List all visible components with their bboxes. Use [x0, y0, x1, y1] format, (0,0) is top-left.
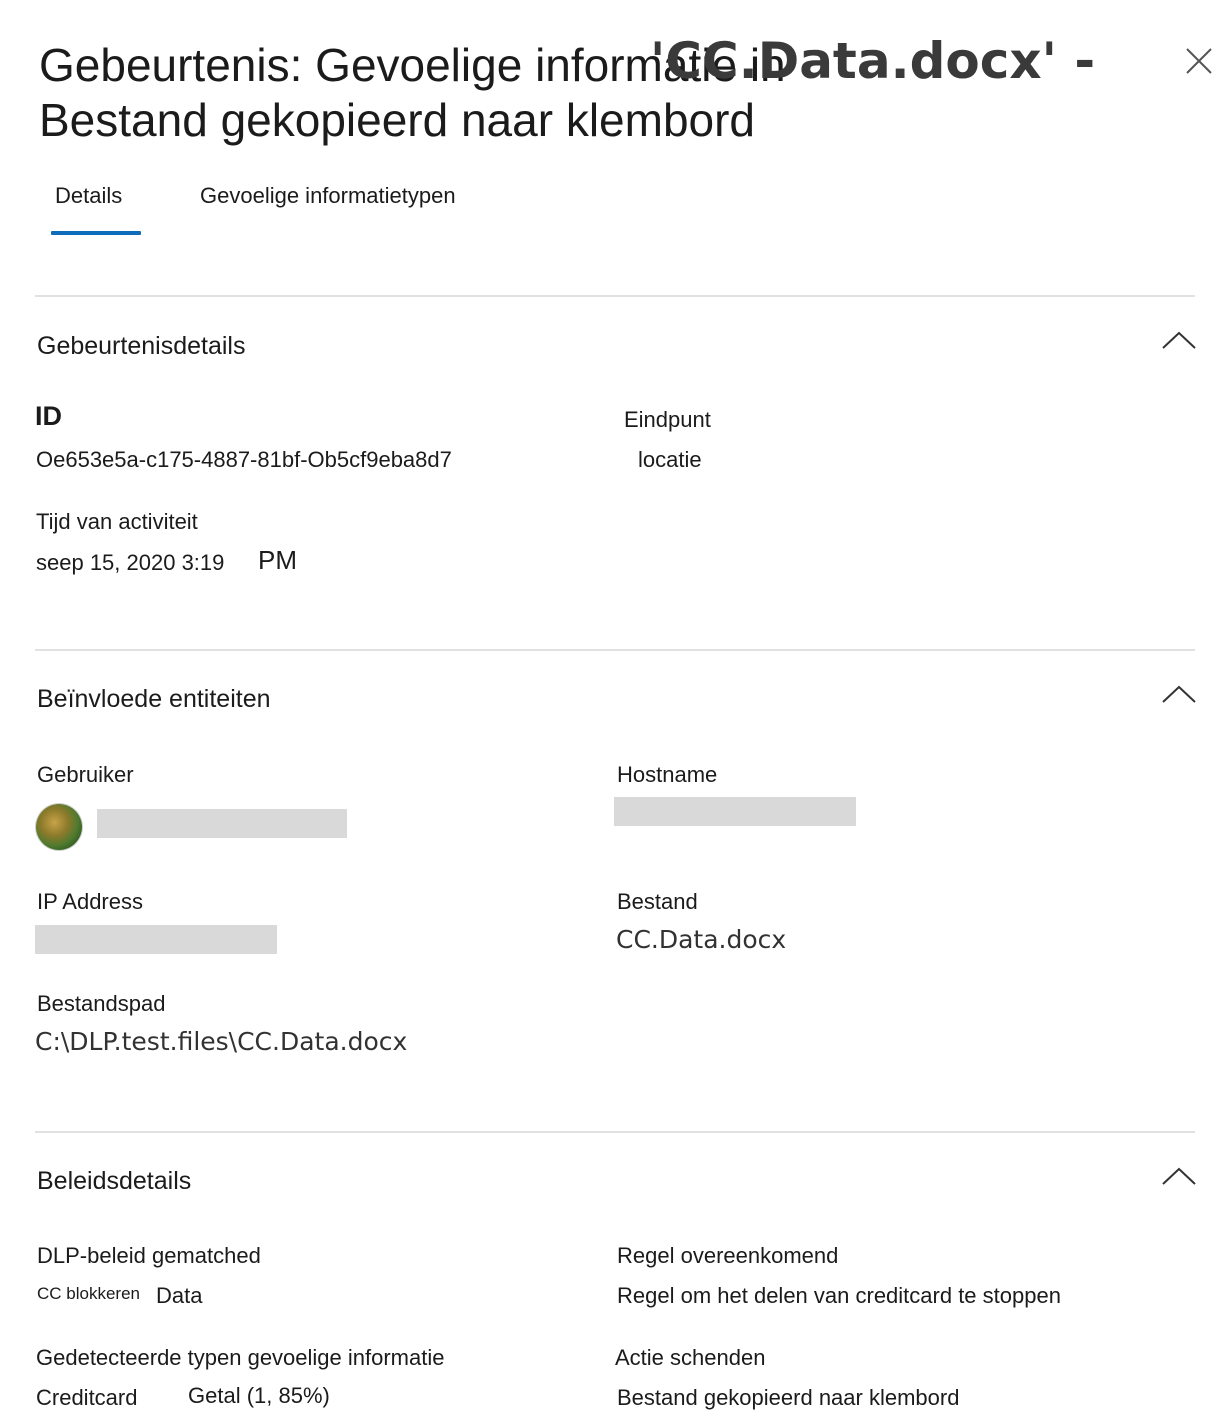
- chevron-up-icon: [1162, 331, 1196, 349]
- close-icon: [1186, 48, 1212, 74]
- panel-title-filename: 'CC.Data.docx' -: [650, 32, 1096, 90]
- activity-time-value: seep 15, 2020 3:19: [36, 550, 225, 575]
- avatar[interactable]: [36, 804, 82, 850]
- dlp-policy-label: DLP-beleid gematched: [37, 1243, 261, 1268]
- activity-time-label: Tijd van activiteit: [36, 509, 198, 534]
- tab-details[interactable]: Details: [55, 183, 122, 209]
- endpoint-value: locatie: [638, 447, 702, 472]
- collapse-policy-details-button[interactable]: [1161, 1166, 1197, 1188]
- dlp-policy-value-prefix: CC blokkeren: [37, 1284, 140, 1303]
- file-value: CC.Data.docx: [616, 925, 787, 954]
- detected-types-value-name: Creditcard: [36, 1385, 138, 1410]
- detected-types-label: Gedetecteerde typen gevoelige informatie: [36, 1345, 445, 1370]
- user-name-redacted: [97, 809, 347, 838]
- id-value: Oe653e5a-c175-4887-81bf-Ob5cf9eba8d7: [36, 447, 452, 472]
- section-title-policy-details: Beleidsdetails: [37, 1167, 192, 1195]
- id-label: ID: [35, 401, 62, 431]
- activity-time-ampm: PM: [258, 545, 297, 575]
- hostname-redacted: [614, 797, 856, 826]
- hostname-label: Hostname: [617, 762, 718, 787]
- chevron-up-icon: [1162, 1167, 1196, 1185]
- tab-sensitive-info-types[interactable]: Gevoelige informatietypen: [200, 183, 456, 209]
- file-label: Bestand: [617, 889, 698, 914]
- tab-active-indicator: [51, 231, 141, 235]
- divider: [35, 649, 1195, 651]
- matched-rule-value: Regel om het delen van creditcard te sto…: [617, 1283, 1061, 1308]
- section-title-event-details: Gebeurtenisdetails: [37, 332, 246, 360]
- matched-rule-label: Regel overeenkomend: [617, 1243, 839, 1268]
- detected-types-value-count: Getal (1, 85%): [188, 1383, 330, 1408]
- file-path-label: Bestandspad: [37, 991, 166, 1016]
- dlp-policy-value-suffix: Data: [156, 1283, 203, 1308]
- file-path-value: C:\DLP.test.files\CC.Data.docx: [35, 1027, 408, 1056]
- violating-action-value: Bestand gekopieerd naar klembord: [617, 1385, 960, 1410]
- violating-action-label: Actie schenden: [615, 1345, 766, 1370]
- collapse-affected-entities-button[interactable]: [1161, 684, 1197, 706]
- ip-address-label: IP Address: [37, 889, 143, 914]
- panel-title-line-2: Bestand gekopieerd naar klembord: [39, 94, 756, 146]
- endpoint-label: Eindpunt: [624, 407, 711, 432]
- divider: [35, 295, 1195, 297]
- close-button[interactable]: [1183, 45, 1215, 77]
- ip-address-redacted: [35, 925, 277, 954]
- user-label: Gebruiker: [37, 762, 134, 787]
- collapse-event-details-button[interactable]: [1161, 330, 1197, 352]
- section-title-affected-entities: Beïnvloede entiteiten: [37, 685, 271, 713]
- divider: [35, 1131, 1195, 1133]
- chevron-up-icon: [1162, 685, 1196, 703]
